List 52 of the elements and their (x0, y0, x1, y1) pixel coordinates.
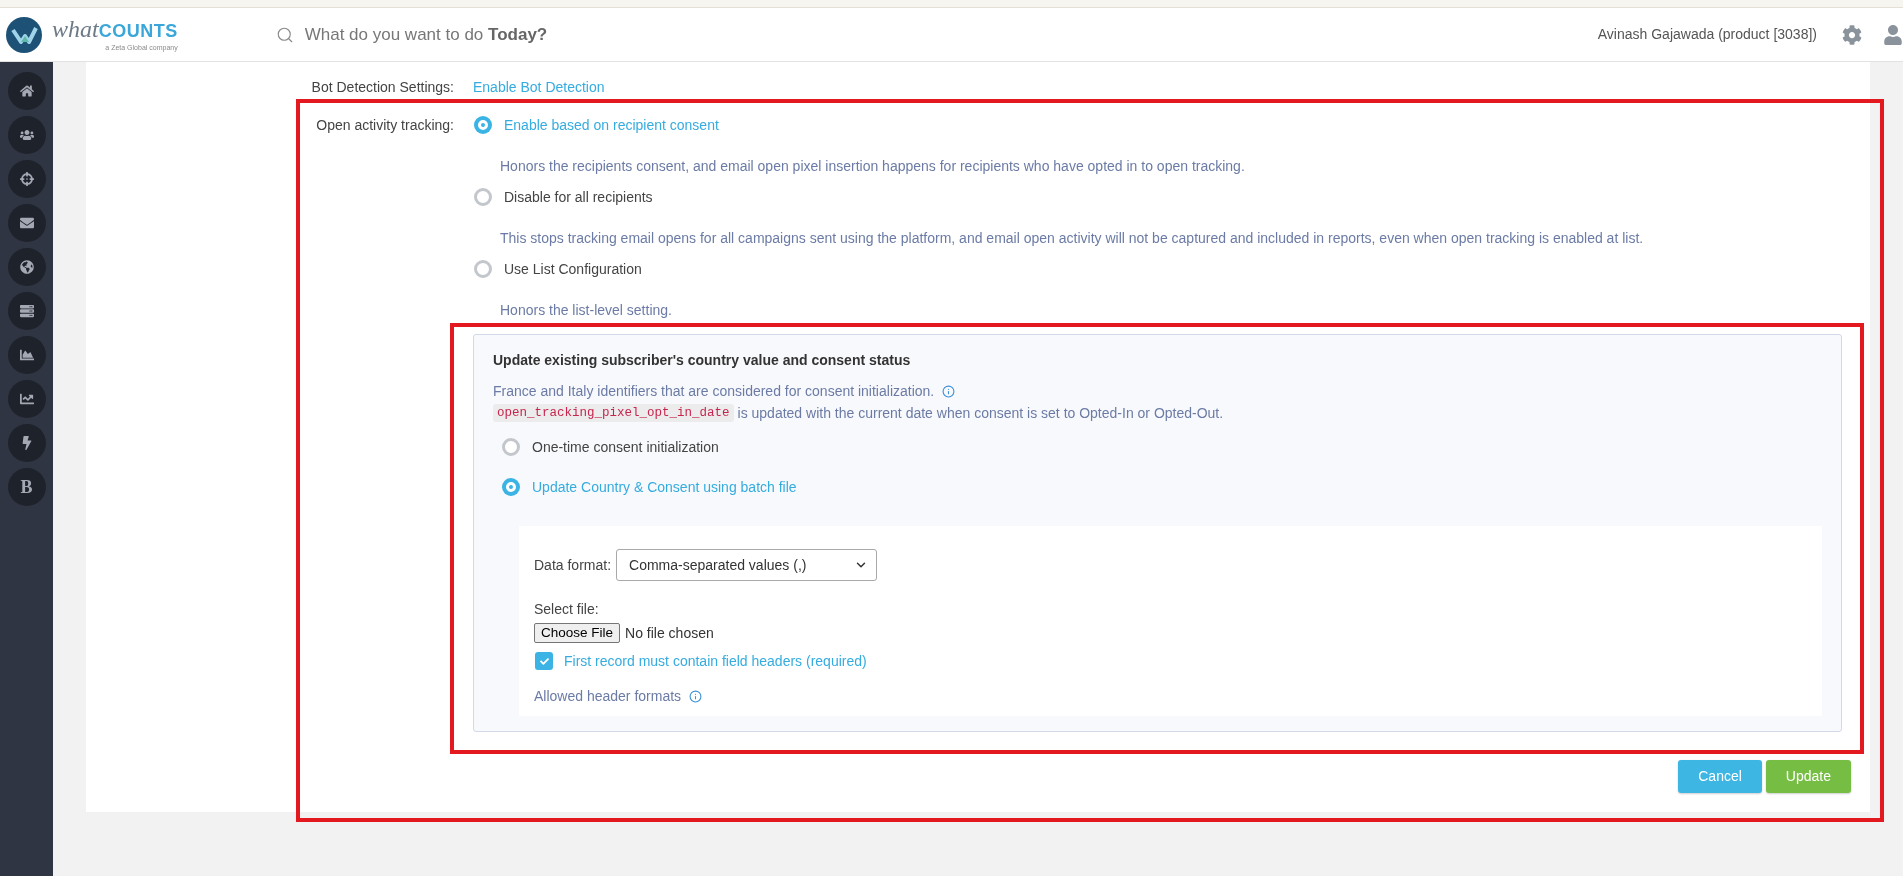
line-chart-icon (19, 392, 34, 406)
home-icon (19, 84, 34, 98)
radio-button[interactable] (474, 260, 492, 278)
settings-icon[interactable] (1842, 24, 1862, 45)
file-status: No file chosen (625, 623, 714, 643)
area-chart-icon (19, 348, 34, 362)
panel-title: Update existing subscriber's country value and consent status (493, 351, 911, 370)
globe-icon (19, 260, 34, 274)
sidebar-button[interactable] (7, 292, 46, 330)
sidebar-button[interactable]: B (7, 468, 46, 506)
allowed-formats-label: Allowed header formats (534, 687, 682, 706)
option-description: This stops tracking email opens for all campaigns sent using the platform, and email open activity will not be captured and included in reports, even when open tracking is enabled at list. (500, 229, 1644, 248)
info-icon[interactable] (942, 384, 956, 398)
check-icon (539, 656, 549, 666)
option-description: Honors the list-level setting. (500, 301, 672, 320)
user-name[interactable]: Avinash Gajawada (product [3038]) (1597, 24, 1817, 45)
option-label[interactable]: Disable for all recipients (504, 186, 653, 208)
sidebar-button[interactable] (7, 336, 46, 374)
sidebar-button[interactable] (7, 380, 46, 418)
sidebar-button[interactable] (7, 248, 46, 286)
users-icon (19, 128, 34, 142)
sidebar-button[interactable] (7, 204, 46, 242)
sidebar-button[interactable] (7, 72, 46, 110)
envelope-icon (19, 216, 34, 230)
logo-wordmark: whatCOUNTS (52, 17, 178, 44)
data-format-label: Data format: (534, 555, 612, 575)
data-format-select[interactable]: Comma-separated values (,) (616, 549, 878, 581)
search-icon (275, 25, 294, 44)
setting-label: Bot Detection Settings: (311, 78, 454, 97)
logo-icon (6, 16, 42, 53)
option-label[interactable]: One-time consent initialization (532, 436, 719, 458)
setting-label: Open activity tracking: (316, 116, 454, 135)
select-file-label: Select file: (534, 600, 599, 619)
checkbox[interactable] (535, 652, 553, 670)
user-icon[interactable] (1883, 24, 1903, 45)
code-note: is updated with the current date when consent is set to Opted-In or Opted-Out. (737, 404, 1224, 423)
option-label[interactable]: Use List Configuration (504, 258, 642, 280)
sidebar-button[interactable] (7, 424, 46, 462)
radio-button[interactable] (474, 116, 492, 134)
crosshair-icon (19, 172, 34, 186)
radio-button[interactable] (502, 438, 520, 456)
consent-note: France and Italy identifiers that are considered for consent initialization. (493, 382, 935, 401)
sidebar-button[interactable] (7, 116, 46, 154)
server-icon (19, 304, 34, 318)
radio-button[interactable] (502, 478, 520, 496)
field-name-code: open_tracking_pixel_opt_in_date (493, 404, 734, 422)
choose-file-button[interactable]: Choose File (534, 623, 621, 643)
option-description: Honors the recipients consent, and email open pixel insertion happens for recipients who have opted in to open tracking. (500, 157, 1245, 176)
search-field[interactable]: What do you want to do Today? (275, 21, 548, 48)
radio-button[interactable] (474, 188, 492, 206)
info-icon[interactable] (689, 689, 703, 703)
sidebar-button[interactable] (7, 160, 46, 198)
